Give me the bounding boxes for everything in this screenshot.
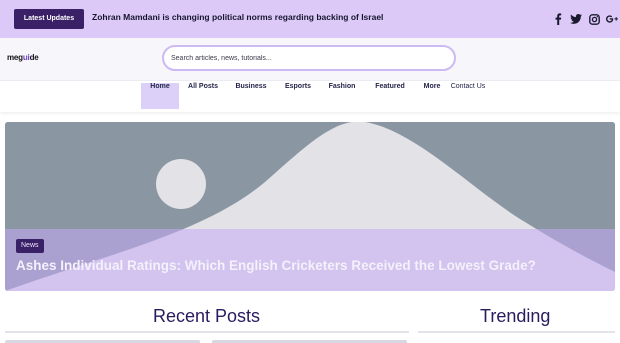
site-logo[interactable]: meguide [7,53,39,62]
trending-divider [418,331,615,333]
twitter-icon[interactable] [570,12,582,26]
featured-title[interactable]: Ashes Individual Ratings: Which English … [16,258,536,273]
category-badge[interactable]: News [16,239,44,253]
nav-more[interactable]: More [420,83,444,109]
search-input[interactable] [162,45,456,71]
trending-heading: Trending [480,306,551,326]
site-header: meguide [0,38,620,80]
latest-updates-button[interactable]: Latest Updates [14,9,84,29]
google-plus-icon[interactable] [606,12,618,26]
recent-posts-heading: Recent Posts [153,306,261,326]
nav-all-posts[interactable]: All Posts [184,83,222,109]
instagram-icon[interactable] [588,12,600,26]
social-links [552,11,618,27]
nav-business[interactable]: Business [231,83,271,109]
ticker-bar: Latest Updates Zohran Mamdani is changin… [0,0,620,38]
featured-post[interactable]: News Ashes Individual Ratings: Which Eng… [5,122,615,291]
facebook-icon[interactable] [552,12,564,26]
main-nav: Home All Posts Business Esports Fashion … [0,80,620,112]
nav-contact-us[interactable]: Contact Us [448,83,488,109]
nav-esports[interactable]: Esports [280,83,316,109]
nav-home[interactable]: Home [141,83,179,109]
nav-fashion[interactable]: Fashion [325,83,359,109]
recent-posts-divider [5,331,409,333]
nav-featured[interactable]: Featured [370,83,410,109]
ticker-headline[interactable]: Zohran Mamdani is changing political nor… [92,12,383,22]
